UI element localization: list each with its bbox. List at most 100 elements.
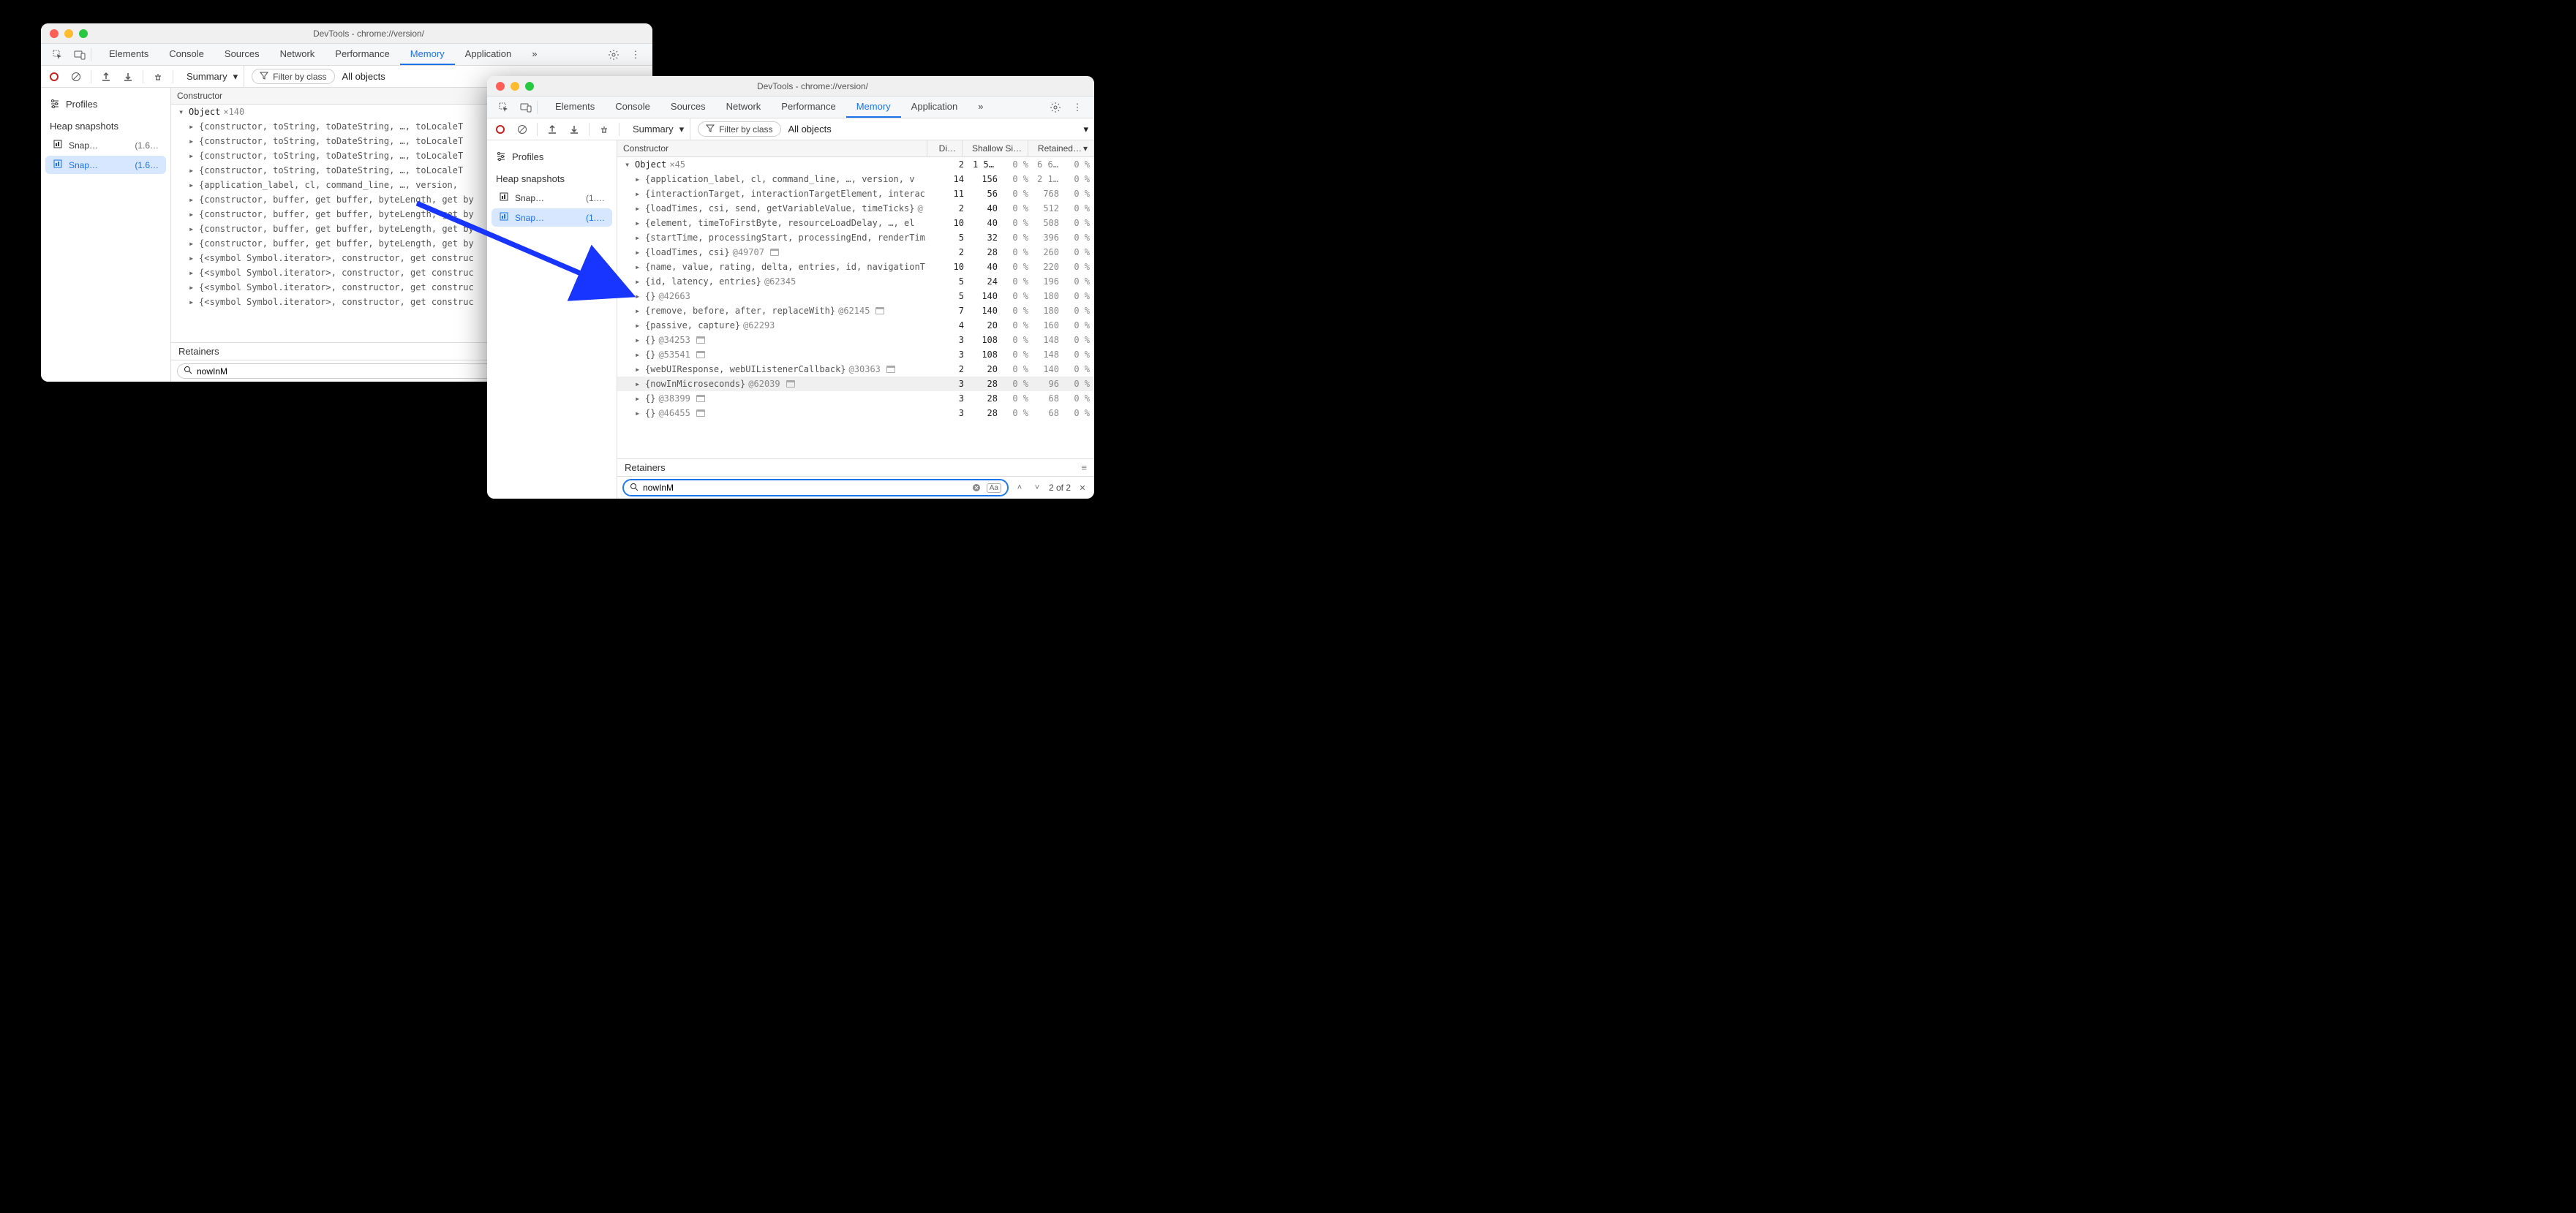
table-row[interactable]: {nowInMicroseconds} @620393280 %960 % [617, 377, 1094, 391]
class-filter[interactable]: Filter by class [252, 69, 334, 84]
table-row[interactable]: {} @383993280 %680 % [617, 391, 1094, 406]
tab-performance[interactable]: Performance [325, 44, 399, 65]
disclosure-icon[interactable] [189, 297, 196, 307]
inspect-icon[interactable] [497, 101, 511, 114]
next-match-icon[interactable]: ˅ [1031, 482, 1043, 494]
disclosure-icon[interactable] [189, 121, 196, 132]
profiles-header[interactable]: Profiles [41, 94, 170, 115]
disclosure-icon[interactable] [189, 194, 196, 205]
disclosure-icon[interactable] [635, 233, 642, 243]
retainers-header[interactable]: Retainers ≡ [617, 458, 1094, 476]
disclosure-icon[interactable] [635, 291, 642, 301]
load-icon[interactable] [545, 122, 560, 137]
disclosure-icon[interactable] [635, 349, 642, 360]
col-retained-size[interactable]: Retained…▾ [1028, 140, 1094, 156]
gear-icon[interactable] [607, 48, 620, 61]
search-field[interactable]: Aa [623, 480, 1008, 496]
gc-icon[interactable] [597, 122, 611, 137]
sidebar-item-snapshot-2[interactable]: Snap… (1.6… [45, 156, 166, 174]
disclosure-icon[interactable] [189, 238, 196, 249]
scope-select[interactable]: All objects [788, 124, 832, 135]
disclosure-icon[interactable] [635, 174, 642, 184]
disclosure-icon[interactable] [189, 136, 196, 146]
gc-icon[interactable] [151, 69, 165, 84]
disclosure-icon[interactable] [189, 282, 196, 292]
zoom-icon[interactable] [79, 29, 88, 38]
prev-match-icon[interactable]: ˄ [1014, 482, 1025, 494]
inspect-icon[interactable] [51, 48, 64, 61]
disclosure-icon[interactable] [635, 262, 642, 272]
class-filter[interactable]: Filter by class [698, 121, 780, 137]
disclosure-icon[interactable] [635, 247, 642, 257]
tab-memory[interactable]: Memory [400, 44, 455, 65]
disclosure-icon[interactable] [635, 379, 642, 389]
kebab-icon[interactable]: ⋮ [1071, 101, 1084, 114]
disclosure-icon[interactable] [635, 189, 642, 199]
col-distance[interactable]: Di… [927, 140, 963, 156]
disclosure-icon[interactable] [189, 268, 196, 278]
device-toggle-icon[interactable] [519, 101, 532, 114]
close-search-icon[interactable]: ✕ [1077, 482, 1088, 494]
zoom-icon[interactable] [525, 82, 534, 91]
more-tabs-icon[interactable]: » [968, 97, 993, 118]
clear-icon[interactable] [515, 122, 530, 137]
chevron-down-icon[interactable]: ▾ [1083, 124, 1088, 135]
disclosure-icon[interactable] [635, 335, 642, 345]
disclosure-icon[interactable] [189, 180, 196, 190]
record-icon[interactable] [493, 122, 508, 137]
view-select[interactable]: Summary▾ [181, 66, 244, 87]
table-row[interactable]: {remove, before, after, replaceWith} @62… [617, 303, 1094, 318]
disclosure-icon[interactable] [178, 107, 186, 117]
clear-icon[interactable] [69, 69, 83, 84]
close-icon[interactable] [496, 82, 505, 91]
clear-search-icon[interactable] [971, 482, 982, 494]
table-row[interactable]: {application_label, cl, command_line, …,… [617, 172, 1094, 186]
table-row[interactable]: {name, value, rating, delta, entries, id… [617, 260, 1094, 274]
close-icon[interactable] [50, 29, 59, 38]
minimize-icon[interactable] [64, 29, 73, 38]
tab-elements[interactable]: Elements [545, 97, 605, 118]
sidebar-item-snapshot-1[interactable]: Snap… (1.… [492, 189, 612, 207]
save-icon[interactable] [121, 69, 135, 84]
table-row[interactable]: {passive, capture} @622934200 %1600 % [617, 318, 1094, 333]
table-row[interactable]: {} @3425331080 %1480 % [617, 333, 1094, 347]
disclosure-icon[interactable] [189, 151, 196, 161]
table-row[interactable]: {loadTimes, csi, send, getVariableValue,… [617, 201, 1094, 216]
disclosure-icon[interactable] [635, 393, 642, 404]
tab-console[interactable]: Console [159, 44, 214, 65]
match-case-toggle[interactable]: Aa [987, 483, 1001, 493]
disclosure-icon[interactable] [635, 320, 642, 330]
disclosure-icon[interactable] [635, 306, 642, 316]
disclosure-icon[interactable] [625, 159, 632, 170]
table-row[interactable]: {} @5354131080 %1480 % [617, 347, 1094, 362]
tab-network[interactable]: Network [716, 97, 772, 118]
disclosure-icon[interactable] [189, 224, 196, 234]
tab-application[interactable]: Application [455, 44, 522, 65]
table-row[interactable]: {interactionTarget, interactionTargetEle… [617, 186, 1094, 201]
disclosure-icon[interactable] [189, 165, 196, 175]
col-shallow-size[interactable]: Shallow Si… [963, 140, 1028, 156]
tab-performance[interactable]: Performance [771, 97, 846, 118]
device-toggle-icon[interactable] [73, 48, 86, 61]
col-constructor[interactable]: Constructor [617, 140, 927, 156]
tab-sources[interactable]: Sources [214, 44, 270, 65]
table-row[interactable]: {webUIResponse, webUIListenerCallback} @… [617, 362, 1094, 377]
search-input[interactable] [643, 483, 966, 493]
load-icon[interactable] [99, 69, 113, 84]
grid-body[interactable]: Object ×45 2 1 556 0 % 6 616 0 % {applic… [617, 157, 1094, 458]
tab-network[interactable]: Network [270, 44, 325, 65]
table-row[interactable]: {} @4266351400 %1800 % [617, 289, 1094, 303]
gear-icon[interactable] [1049, 101, 1062, 114]
table-row[interactable]: {element, timeToFirstByte, resourceLoadD… [617, 216, 1094, 230]
minimize-icon[interactable] [511, 82, 519, 91]
table-row[interactable]: {startTime, processingStart, processingE… [617, 230, 1094, 245]
tab-elements[interactable]: Elements [99, 44, 159, 65]
save-icon[interactable] [567, 122, 581, 137]
disclosure-icon[interactable] [189, 209, 196, 219]
tab-console[interactable]: Console [605, 97, 660, 118]
scope-select[interactable]: All objects [342, 71, 385, 82]
profiles-header[interactable]: Profiles [487, 146, 617, 167]
table-row[interactable]: {loadTimes, csi} @497072280 %2600 % [617, 245, 1094, 260]
tab-application[interactable]: Application [901, 97, 968, 118]
table-row[interactable]: {id, latency, entries} @623455240 %1960 … [617, 274, 1094, 289]
